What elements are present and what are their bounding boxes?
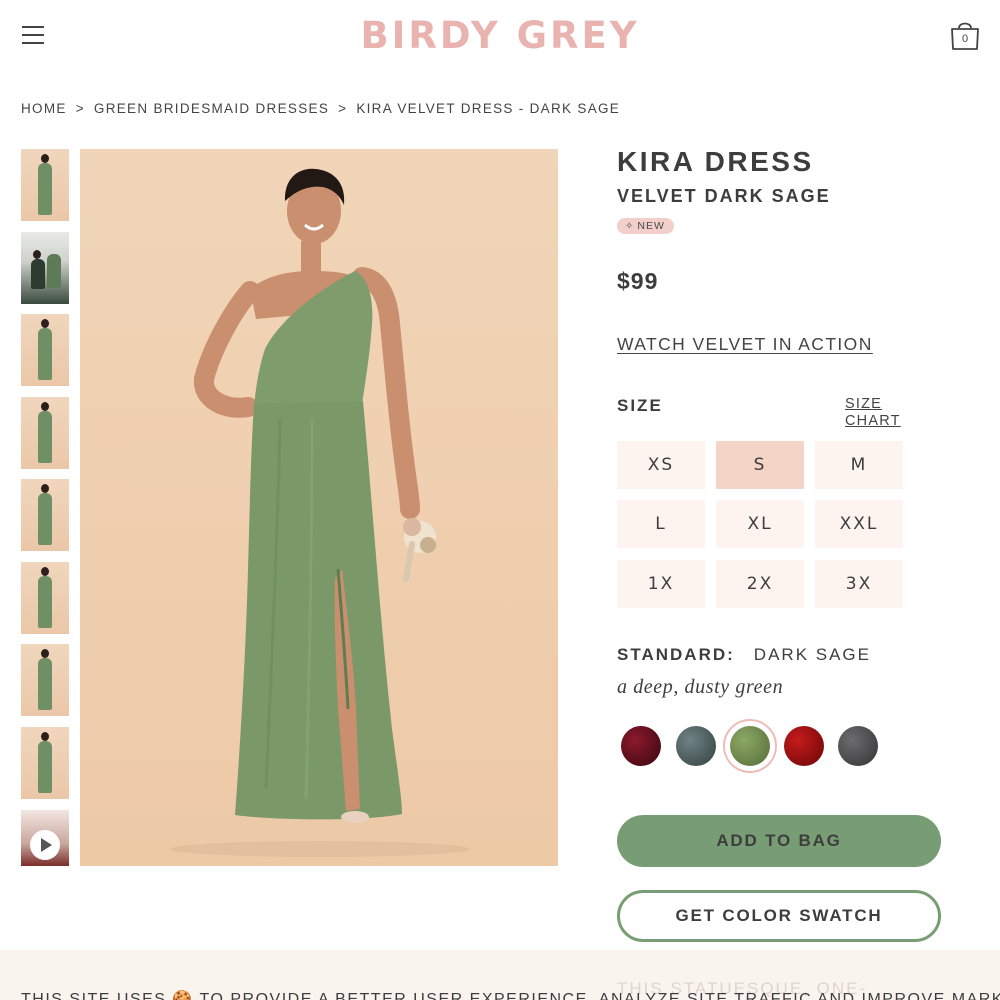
watch-velvet-link[interactable]: WATCH VELVET IN ACTION: [617, 334, 873, 355]
thumbnail-video[interactable]: [21, 810, 69, 866]
color-description: a deep, dusty green: [617, 676, 784, 698]
thumbnail-image[interactable]: [21, 644, 69, 716]
breadcrumb-separator: >: [75, 101, 85, 116]
size-option-xs[interactable]: XS: [617, 441, 705, 489]
main-product-image[interactable]: [80, 149, 558, 866]
get-color-swatch-button[interactable]: GET COLOR SWATCH: [617, 890, 941, 942]
hamburger-menu-icon[interactable]: [22, 26, 44, 44]
thumbnail-image[interactable]: [21, 232, 69, 304]
thumbnail-image[interactable]: [21, 149, 69, 221]
sparkle-icon: ✧: [625, 221, 635, 232]
breadcrumb-home[interactable]: HOME: [21, 101, 67, 116]
breadcrumb-separator: >: [338, 101, 348, 116]
selected-color-name: DARK SAGE: [753, 645, 871, 664]
site-header: BIRDY GREY 0: [0, 0, 1000, 72]
size-option-xl[interactable]: XL: [716, 500, 804, 548]
color-swatch-slate[interactable]: [676, 726, 716, 766]
color-selection: STANDARD: DARK SAGE: [617, 645, 871, 665]
add-to-bag-button[interactable]: ADD TO BAG: [617, 815, 941, 867]
size-option-1x[interactable]: 1X: [617, 560, 705, 608]
breadcrumb-current[interactable]: KIRA VELVET DRESS - DARK SAGE: [356, 101, 620, 116]
model-in-dress-illustration: [170, 168, 470, 857]
product-subtitle: VELVET DARK SAGE: [617, 186, 831, 206]
cookie-banner: THIS STATUESQUE, ONE- THIS SITE USES 🍪 T…: [0, 950, 1000, 1000]
product-price: $99: [617, 268, 659, 294]
new-badge-label: NEW: [637, 220, 665, 232]
cart-count: 0: [961, 33, 969, 45]
size-option-xxl[interactable]: XXL: [815, 500, 903, 548]
shopping-bag-icon[interactable]: 0: [948, 18, 982, 52]
color-swatch-charcoal[interactable]: [838, 726, 878, 766]
thumbnail-image[interactable]: [21, 562, 69, 634]
thumbnail-image[interactable]: [21, 479, 69, 551]
thumbnail-image[interactable]: [21, 727, 69, 799]
size-option-l[interactable]: L: [617, 500, 705, 548]
size-option-s[interactable]: S: [716, 441, 804, 489]
new-badge: ✧ NEW: [617, 218, 674, 234]
color-swatch-burgundy[interactable]: [621, 726, 661, 766]
brand-logo-link[interactable]: BIRDY GREY: [360, 14, 639, 57]
breadcrumb-category[interactable]: GREEN BRIDESMAID DRESSES: [94, 101, 329, 116]
color-swatch-dark-sage[interactable]: [730, 726, 770, 766]
breadcrumb: HOME > GREEN BRIDESMAID DRESSES > KIRA VELVE…: [21, 101, 620, 116]
size-label: SIZE: [617, 396, 663, 415]
cookie-message: THIS SITE USES 🍪 TO PROVIDE A BETTER USE…: [21, 991, 1000, 1000]
thumbnail-image[interactable]: [21, 397, 69, 469]
size-option-m[interactable]: M: [815, 441, 903, 489]
play-icon: [30, 830, 60, 860]
standard-label: STANDARD:: [617, 645, 735, 664]
thumbnail-image[interactable]: [21, 314, 69, 386]
brand-logo: BIRDY GREY: [0, 14, 1000, 57]
color-swatch-red[interactable]: [784, 726, 824, 766]
product-title: KIRA DRESS: [617, 146, 814, 177]
size-option-3x[interactable]: 3X: [815, 560, 903, 608]
size-chart-link[interactable]: SIZE CHART: [845, 396, 915, 430]
size-option-2x[interactable]: 2X: [716, 560, 804, 608]
